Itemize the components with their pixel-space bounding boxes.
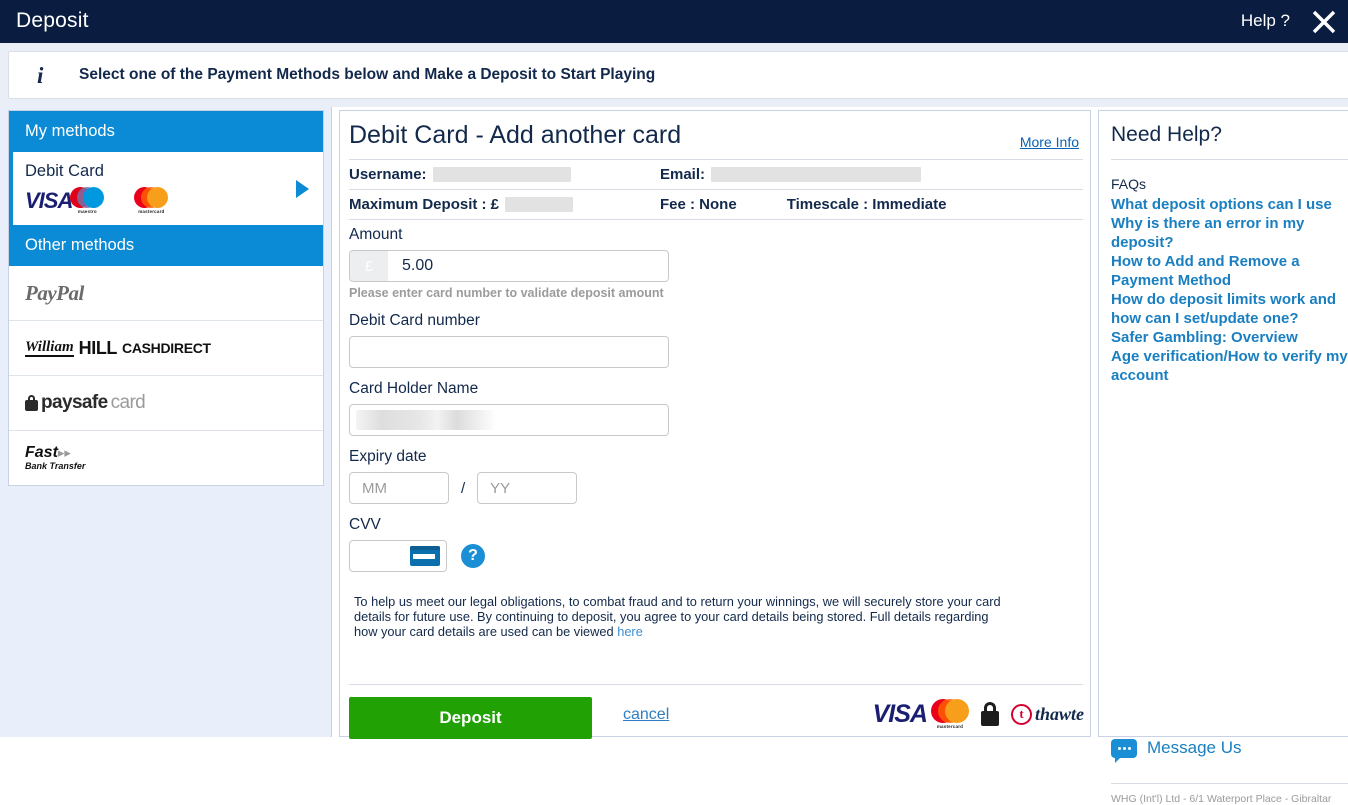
email-label: Email: bbox=[660, 166, 706, 183]
faq-link[interactable]: How to Add and Remove a Payment Method bbox=[1111, 252, 1348, 290]
account-row-limits: Maximum Deposit : £ Fee : None Timescale… bbox=[349, 189, 1083, 219]
email-value-redacted bbox=[711, 167, 922, 182]
maestro-logo bbox=[70, 186, 105, 208]
expiry-row: MM / YY bbox=[349, 472, 1083, 504]
chat-bubble-icon bbox=[1111, 738, 1137, 763]
legal-here-link[interactable]: here bbox=[617, 624, 643, 639]
timescale-label: Timescale : Immediate bbox=[786, 196, 947, 213]
fast-bank-transfer-logo: Fast▸▸ Bank Transfer bbox=[25, 444, 86, 471]
max-deposit-value-redacted bbox=[505, 197, 574, 212]
page-title: Deposit bbox=[16, 9, 89, 32]
info-banner: i Select one of the Payment Methods belo… bbox=[8, 51, 1348, 99]
account-summary: Username: Email: Maximum Deposit : £ Fee… bbox=[349, 159, 1083, 220]
credit-card-icon bbox=[410, 546, 440, 566]
payment-methods-sidebar: My methods Debit Card VISA maestro maste… bbox=[0, 107, 332, 737]
card-form: Amount £ 5.00 Please enter card number t… bbox=[349, 226, 1083, 572]
trust-logos: VISA mastercard t thawte bbox=[872, 699, 1084, 729]
williamhill-cashdirect-logo: William HILL CASHDIRECT bbox=[25, 337, 211, 358]
question-mark-icon[interactable]: ? bbox=[461, 544, 485, 568]
sidebar-item-paysafecard[interactable]: paysafe card bbox=[9, 376, 323, 431]
visa-logo: VISA bbox=[25, 187, 73, 213]
amount-input[interactable]: £ 5.00 bbox=[349, 250, 669, 282]
sidebar-item-paypal[interactable]: PayPal bbox=[9, 266, 323, 321]
need-help-title: Need Help? bbox=[1111, 123, 1222, 146]
card-number-input[interactable] bbox=[349, 336, 669, 368]
sidebar-item-fast-bank-transfer[interactable]: Fast▸▸ Bank Transfer bbox=[9, 431, 323, 485]
lock-icon bbox=[25, 395, 38, 411]
cvv-label: CVV bbox=[349, 516, 381, 533]
paysafecard-logo: paysafe card bbox=[25, 392, 146, 414]
card-number-label: Debit Card number bbox=[349, 312, 480, 329]
my-methods-header: My methods bbox=[9, 111, 323, 152]
expiry-year-placeholder: YY bbox=[490, 479, 511, 497]
amount-value: 5.00 bbox=[402, 257, 434, 274]
currency-prefix: £ bbox=[350, 251, 388, 281]
faq-link[interactable]: Why is there an error in my deposit? bbox=[1111, 214, 1348, 252]
debit-card-logos: VISA maestro mastercard bbox=[25, 185, 309, 215]
legal-disclaimer: To help us meet our legal obligations, t… bbox=[354, 594, 1004, 639]
username-label: Username: bbox=[349, 166, 427, 183]
username-value-redacted bbox=[432, 167, 571, 182]
close-icon[interactable] bbox=[1306, 4, 1342, 40]
deposit-form-panel: Debit Card - Add another card More Info … bbox=[339, 110, 1091, 739]
thawte-logo: t thawte bbox=[1010, 703, 1084, 725]
faq-link[interactable]: What deposit options can I use bbox=[1111, 195, 1348, 214]
help-divider bbox=[1111, 159, 1348, 160]
sidebar-item-debit-card[interactable]: Debit Card VISA maestro mastercard bbox=[9, 152, 323, 225]
visa-logo: VISA bbox=[872, 700, 928, 728]
max-deposit-label: Maximum Deposit : £ bbox=[349, 196, 500, 213]
faq-list: What deposit options can I use Why is th… bbox=[1111, 195, 1348, 385]
more-info-link[interactable]: More Info bbox=[1020, 134, 1079, 150]
account-row-identity: Username: Email: bbox=[349, 159, 1083, 189]
mastercard-logo bbox=[930, 699, 969, 723]
chevron-right-icon[interactable] bbox=[296, 179, 309, 198]
company-address: WHG (Int'l) Ltd - 6/1 Waterport Place - … bbox=[1111, 793, 1332, 805]
other-methods-header: Other methods bbox=[9, 225, 323, 266]
account-summary-divider bbox=[349, 219, 1083, 220]
sidebar-item-williamhill-cashdirect[interactable]: William HILL CASHDIRECT bbox=[9, 321, 323, 376]
cvv-input[interactable] bbox=[349, 540, 447, 572]
info-icon: i bbox=[37, 63, 44, 88]
cvv-row: ? bbox=[349, 540, 1083, 572]
payment-methods-card: My methods Debit Card VISA maestro maste… bbox=[8, 110, 324, 486]
amount-hint: Please enter card number to validate dep… bbox=[349, 286, 664, 300]
help-footer-divider bbox=[1111, 783, 1348, 784]
card-holder-value-redacted bbox=[356, 410, 496, 430]
amount-label: Amount bbox=[349, 226, 403, 243]
cancel-link[interactable]: cancel bbox=[623, 706, 669, 724]
title-bar: Deposit Help ? bbox=[0, 0, 1348, 43]
form-title: Debit Card - Add another card bbox=[349, 121, 682, 149]
deposit-button[interactable]: Deposit bbox=[349, 697, 592, 739]
need-help-panel: Need Help? FAQs What deposit options can… bbox=[1098, 110, 1348, 805]
fee-label: Fee : None bbox=[660, 196, 737, 213]
info-banner-area: i Select one of the Payment Methods belo… bbox=[0, 43, 1348, 107]
thawte-label: thawte bbox=[1034, 703, 1084, 724]
message-us-label: Message Us bbox=[1147, 738, 1242, 757]
info-banner-text: Select one of the Payment Methods below … bbox=[79, 66, 656, 83]
paypal-logo: PayPal bbox=[25, 280, 84, 305]
expiry-separator: / bbox=[461, 479, 466, 497]
method-label-debit-card: Debit Card bbox=[25, 162, 104, 180]
legal-text: To help us meet our legal obligations, t… bbox=[354, 593, 1001, 639]
help-link[interactable]: Help ? bbox=[1241, 11, 1290, 31]
expiry-month-placeholder: MM bbox=[362, 479, 387, 497]
card-holder-label: Card Holder Name bbox=[349, 380, 479, 397]
padlock-icon bbox=[980, 702, 999, 726]
form-footer-divider bbox=[349, 684, 1083, 685]
mastercard-logo bbox=[134, 186, 169, 208]
faq-link[interactable]: Age verification/How to verify my accoun… bbox=[1111, 347, 1348, 385]
expiry-month-input[interactable]: MM bbox=[349, 472, 449, 504]
faq-link[interactable]: Safer Gambling: Overview bbox=[1111, 328, 1348, 347]
expiry-year-input[interactable]: YY bbox=[477, 472, 578, 504]
faq-link[interactable]: How do deposit limits work and how can I… bbox=[1111, 290, 1348, 328]
faqs-label: FAQs bbox=[1111, 176, 1147, 192]
message-us-button[interactable]: Message Us bbox=[1111, 738, 1242, 763]
card-holder-input[interactable] bbox=[349, 404, 669, 436]
expiry-label: Expiry date bbox=[349, 448, 427, 465]
